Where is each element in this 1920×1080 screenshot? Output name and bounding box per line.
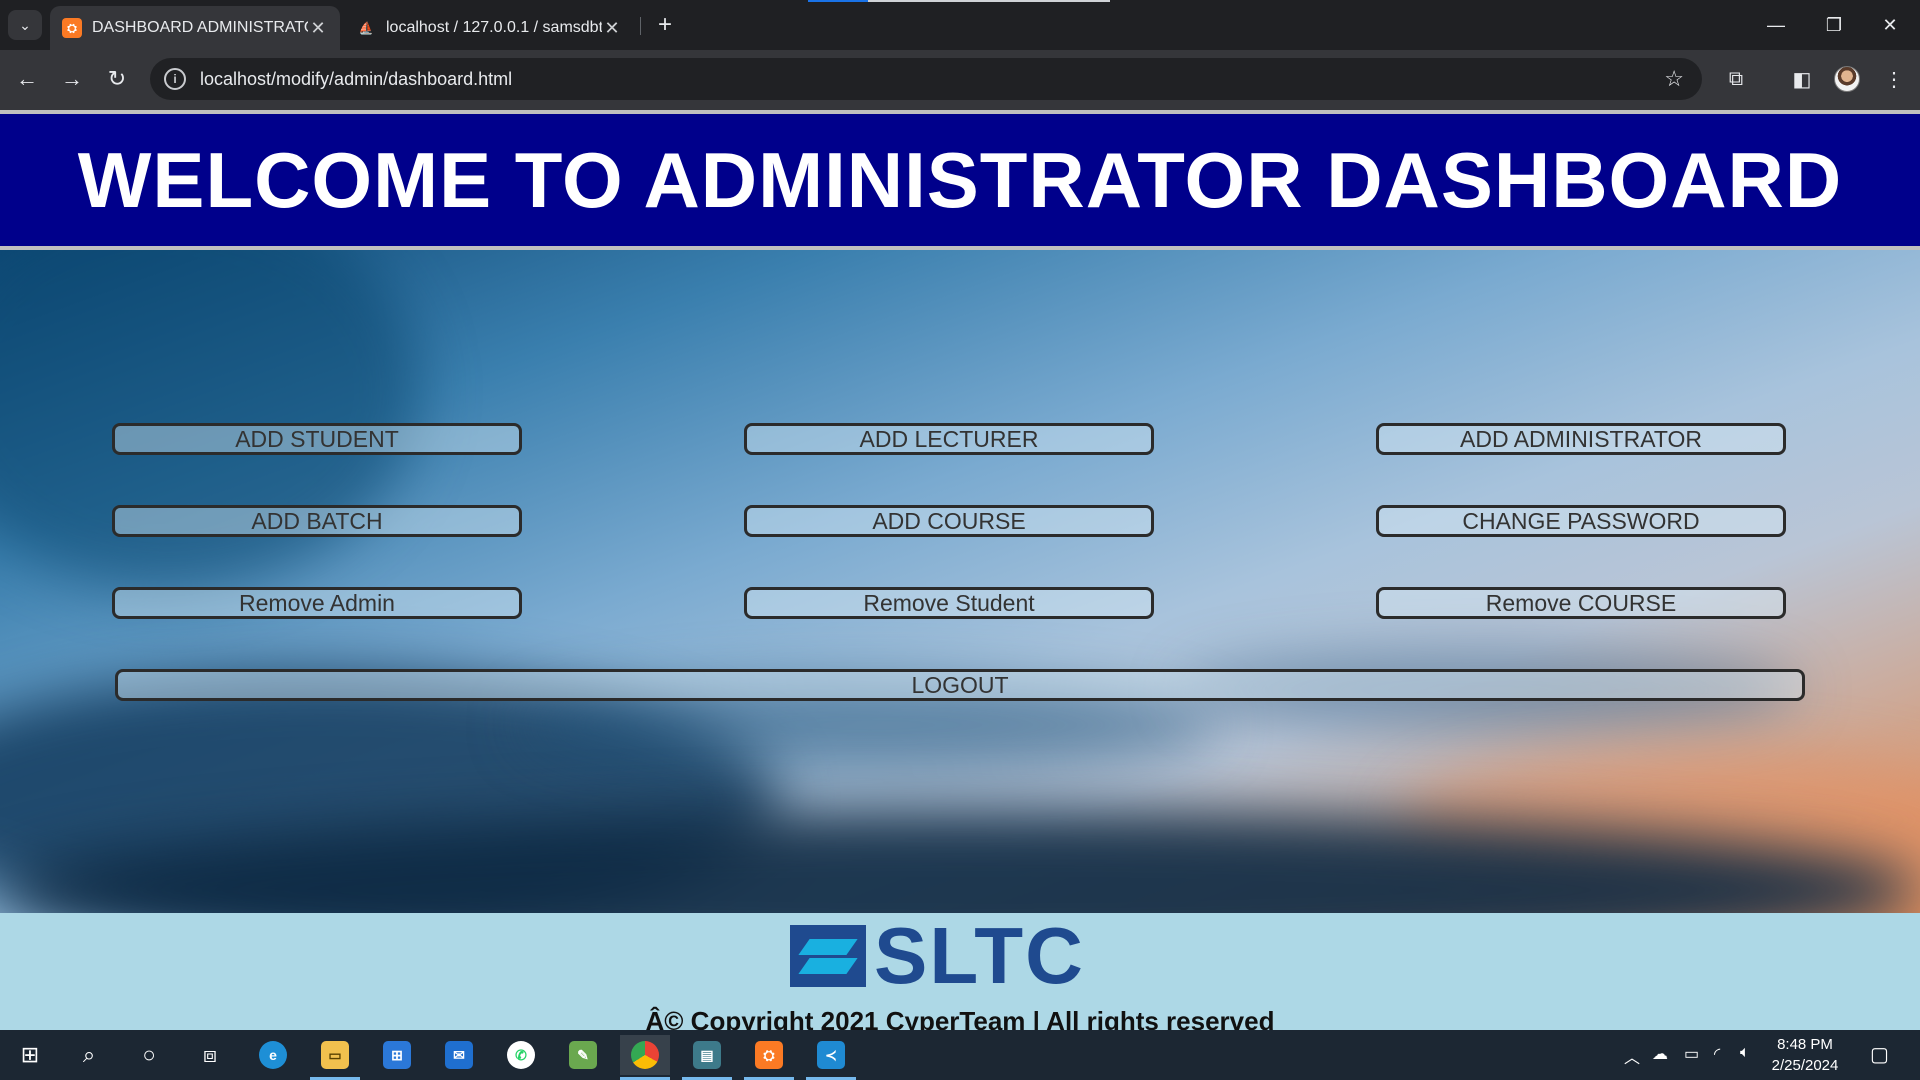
tab-search-button[interactable]: ⌄ [8, 10, 42, 40]
xampp-icon[interactable]: ⛭ [744, 1035, 794, 1080]
restore-button[interactable]: ❐ [1806, 8, 1862, 42]
page-header: WELCOME TO ADMINISTRATOR DASHBOARD [0, 110, 1920, 250]
sltc-logo-text: SLTC [874, 911, 1085, 1000]
forward-arrow-icon[interactable]: → [55, 62, 89, 96]
app-icon[interactable]: ▤ [682, 1035, 732, 1080]
notification-icon[interactable]: ▢ [1870, 1042, 1889, 1067]
page-footer: SLTC Â© Copyright 2021 CyperTeam | All r… [0, 911, 1920, 1036]
task-view-icon[interactable]: ⧈ [185, 1035, 235, 1075]
add-administrator-button[interactable]: ADD ADMINISTRATOR [1376, 423, 1786, 455]
profile-avatar[interactable] [1834, 66, 1860, 92]
tab-divider [640, 17, 641, 35]
tab-title: DASHBOARD ADMINISTRATOR [92, 19, 308, 36]
start-icon[interactable]: ⊞ [5, 1035, 55, 1075]
loading-indicator [808, 0, 1110, 2]
minimize-button[interactable]: — [1748, 8, 1804, 42]
add-batch-button[interactable]: ADD BATCH [112, 505, 522, 537]
close-tab-icon[interactable]: ✕ [602, 18, 622, 39]
os-taskbar: ⊞ ⌕ ○ ⧈ e ▭ ⊞ ✉ ✆ ✎ ▤ ⛭ ≺ ︿ ☁ ▭ ◜ 🔈︎ 8:4… [0, 1030, 1920, 1080]
dashboard-panel: ADD STUDENT ADD LECTURER ADD ADMINISTRAT… [0, 250, 1920, 913]
notepad-icon[interactable]: ✎ [558, 1035, 608, 1075]
back-arrow-icon[interactable]: ← [10, 62, 44, 96]
add-student-button[interactable]: ADD STUDENT [112, 423, 522, 455]
file-explorer-icon[interactable]: ▭ [310, 1035, 360, 1080]
add-course-button[interactable]: ADD COURSE [744, 505, 1154, 537]
sltc-logo-mark-icon [790, 925, 866, 987]
system-clock[interactable]: 8:48 PM 2/25/2024 [1760, 1034, 1850, 1076]
wifi-icon[interactable]: ◜ [1714, 1044, 1720, 1064]
cortana-icon[interactable]: ○ [124, 1035, 174, 1075]
change-password-button[interactable]: CHANGE PASSWORD [1376, 505, 1786, 537]
reload-icon[interactable]: ↻ [100, 62, 134, 96]
new-tab-button[interactable]: + [650, 10, 680, 40]
tab-dashboard[interactable]: ⛭ DASHBOARD ADMINISTRATOR ✕ [50, 6, 340, 50]
chevron-down-icon: ⌄ [19, 16, 31, 33]
battery-icon[interactable]: ▭ [1684, 1044, 1699, 1064]
remove-course-button[interactable]: Remove COURSE [1376, 587, 1786, 619]
page-title: WELCOME TO ADMINISTRATOR DASHBOARD [77, 135, 1843, 224]
tab-title: localhost / 127.0.0.1 / samsdbte [386, 19, 602, 36]
close-window-button[interactable]: ✕ [1862, 8, 1918, 42]
address-bar[interactable]: i localhost/modify/admin/dashboard.html … [150, 58, 1702, 100]
vscode-icon[interactable]: ≺ [806, 1035, 856, 1080]
mail-icon[interactable]: ✉ [434, 1035, 484, 1075]
phpmyadmin-favicon-icon: ⛵ [358, 21, 374, 35]
chrome-icon[interactable] [620, 1035, 670, 1080]
cloud-icon[interactable]: ☁ [1652, 1044, 1668, 1064]
xampp-favicon-icon: ⛭ [62, 18, 82, 38]
extensions-icon[interactable]: ⧉ [1720, 63, 1752, 95]
side-panel-icon[interactable]: ◧ [1786, 63, 1818, 95]
sltc-logo: SLTC [790, 911, 1085, 1000]
search-icon[interactable]: ⌕ [64, 1035, 114, 1075]
chevron-up-icon[interactable]: ︿ [1624, 1044, 1640, 1068]
add-lecturer-button[interactable]: ADD LECTURER [744, 423, 1154, 455]
browser-toolbar: ← → ↻ i localhost/modify/admin/dashboard… [0, 50, 1920, 110]
logout-button[interactable]: LOGOUT [115, 669, 1805, 701]
background-sky [0, 250, 420, 590]
tab-phpmyadmin[interactable]: ⛵ localhost / 127.0.0.1 / samsdbte ✕ [344, 6, 634, 50]
bookmark-star-icon[interactable]: ☆ [1664, 66, 1684, 92]
clock-date: 2/25/2024 [1771, 1057, 1839, 1074]
edge-icon[interactable]: e [248, 1035, 298, 1075]
page-content: WELCOME TO ADMINISTRATOR DASHBOARD ADD S… [0, 110, 1920, 1036]
site-info-icon[interactable]: i [164, 68, 186, 90]
volume-icon[interactable]: 🔈︎ [1740, 1044, 1750, 1062]
browser-tab-bar: ⌄ ⛭ DASHBOARD ADMINISTRATOR ✕ ⛵ localhos… [0, 0, 1920, 50]
store-icon[interactable]: ⊞ [372, 1035, 422, 1075]
remove-student-button[interactable]: Remove Student [744, 587, 1154, 619]
menu-kebab-icon[interactable]: ⋮ [1878, 63, 1910, 95]
remove-admin-button[interactable]: Remove Admin [112, 587, 522, 619]
url-text[interactable]: localhost/modify/admin/dashboard.html [200, 69, 512, 90]
close-tab-icon[interactable]: ✕ [308, 18, 328, 39]
clock-time: 8:48 PM [1777, 1036, 1833, 1053]
whatsapp-icon[interactable]: ✆ [496, 1035, 546, 1075]
